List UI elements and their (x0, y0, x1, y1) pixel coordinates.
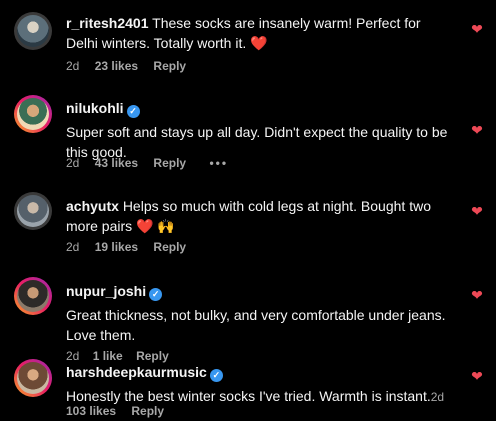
likes-count[interactable]: 43 likes (95, 156, 138, 170)
emoji-reactions: ❤️ 🙌 (136, 218, 175, 234)
comment-body: nilukohli ✓ Super soft and stays up all d… (66, 98, 456, 162)
likes-count[interactable]: 1 like (93, 349, 123, 363)
avatar-image (17, 195, 49, 227)
comment-text: Helps so much with cold legs at night. B… (66, 198, 431, 234)
comment-body: r_ritesh2401 These socks are insanely wa… (66, 13, 456, 53)
heart-emoji: ❤️ (250, 35, 268, 51)
username[interactable]: nupur_joshi (66, 283, 146, 299)
comment-body: harshdeepkaurmusic ✓ Honestly the best wi… (66, 362, 456, 407)
avatar-image (17, 15, 49, 47)
reply-button[interactable]: Reply (153, 59, 186, 73)
avatar[interactable] (14, 12, 52, 50)
reply-button[interactable]: Reply (136, 349, 169, 363)
comment-meta: 2d 1 like Reply (66, 349, 169, 363)
timestamp: 2d (66, 240, 80, 254)
heart-icon[interactable]: ❤ (470, 204, 484, 218)
comment-meta: 103 likes Reply (66, 404, 176, 418)
comment-body: nupur_joshi ✓ Great thickness, not bulky,… (66, 281, 456, 366)
heart-icon[interactable]: ❤ (470, 22, 484, 36)
comment-meta: 2d 19 likes Reply (66, 240, 198, 254)
timestamp: 2d (66, 349, 80, 363)
comment-meta: 2d 43 likes Reply ••• (66, 156, 240, 170)
verified-badge-icon: ✓ (126, 105, 140, 118)
comment-body: achyutx Helps so much with cold legs at … (66, 196, 456, 236)
likes-count[interactable]: 103 likes (66, 404, 116, 418)
username[interactable]: achyutx (66, 198, 119, 214)
more-options-icon[interactable]: ••• (209, 156, 228, 170)
verified-badge-icon: ✓ (149, 288, 163, 301)
timestamp: 2d (66, 156, 80, 170)
avatar-image (17, 280, 49, 312)
avatar[interactable] (14, 192, 52, 230)
username[interactable]: nilukohli (66, 100, 124, 116)
verified-badge-icon: ✓ (209, 369, 223, 382)
avatar[interactable] (14, 359, 52, 397)
likes-count[interactable]: 19 likes (95, 240, 138, 254)
reply-button[interactable]: Reply (131, 404, 164, 418)
reply-button[interactable]: Reply (153, 156, 186, 170)
heart-icon[interactable]: ❤ (470, 369, 484, 383)
heart-icon[interactable]: ❤ (470, 288, 484, 302)
comment-text: Honestly the best winter socks I've trie… (66, 388, 431, 404)
timestamp: 2d (430, 390, 445, 404)
avatar[interactable] (14, 95, 52, 133)
comment-text: Great thickness, not bulky, and very com… (66, 307, 446, 343)
heart-icon[interactable]: ❤ (470, 123, 484, 137)
avatar-image (17, 98, 49, 130)
timestamp: 2d (66, 59, 80, 73)
reply-button[interactable]: Reply (153, 240, 186, 254)
avatar-image (17, 362, 49, 394)
username[interactable]: r_ritesh2401 (66, 15, 149, 31)
likes-count[interactable]: 23 likes (95, 59, 138, 73)
comment-meta: 2d 23 likes Reply (66, 59, 198, 73)
username[interactable]: harshdeepkaurmusic (66, 364, 207, 380)
avatar[interactable] (14, 277, 52, 315)
